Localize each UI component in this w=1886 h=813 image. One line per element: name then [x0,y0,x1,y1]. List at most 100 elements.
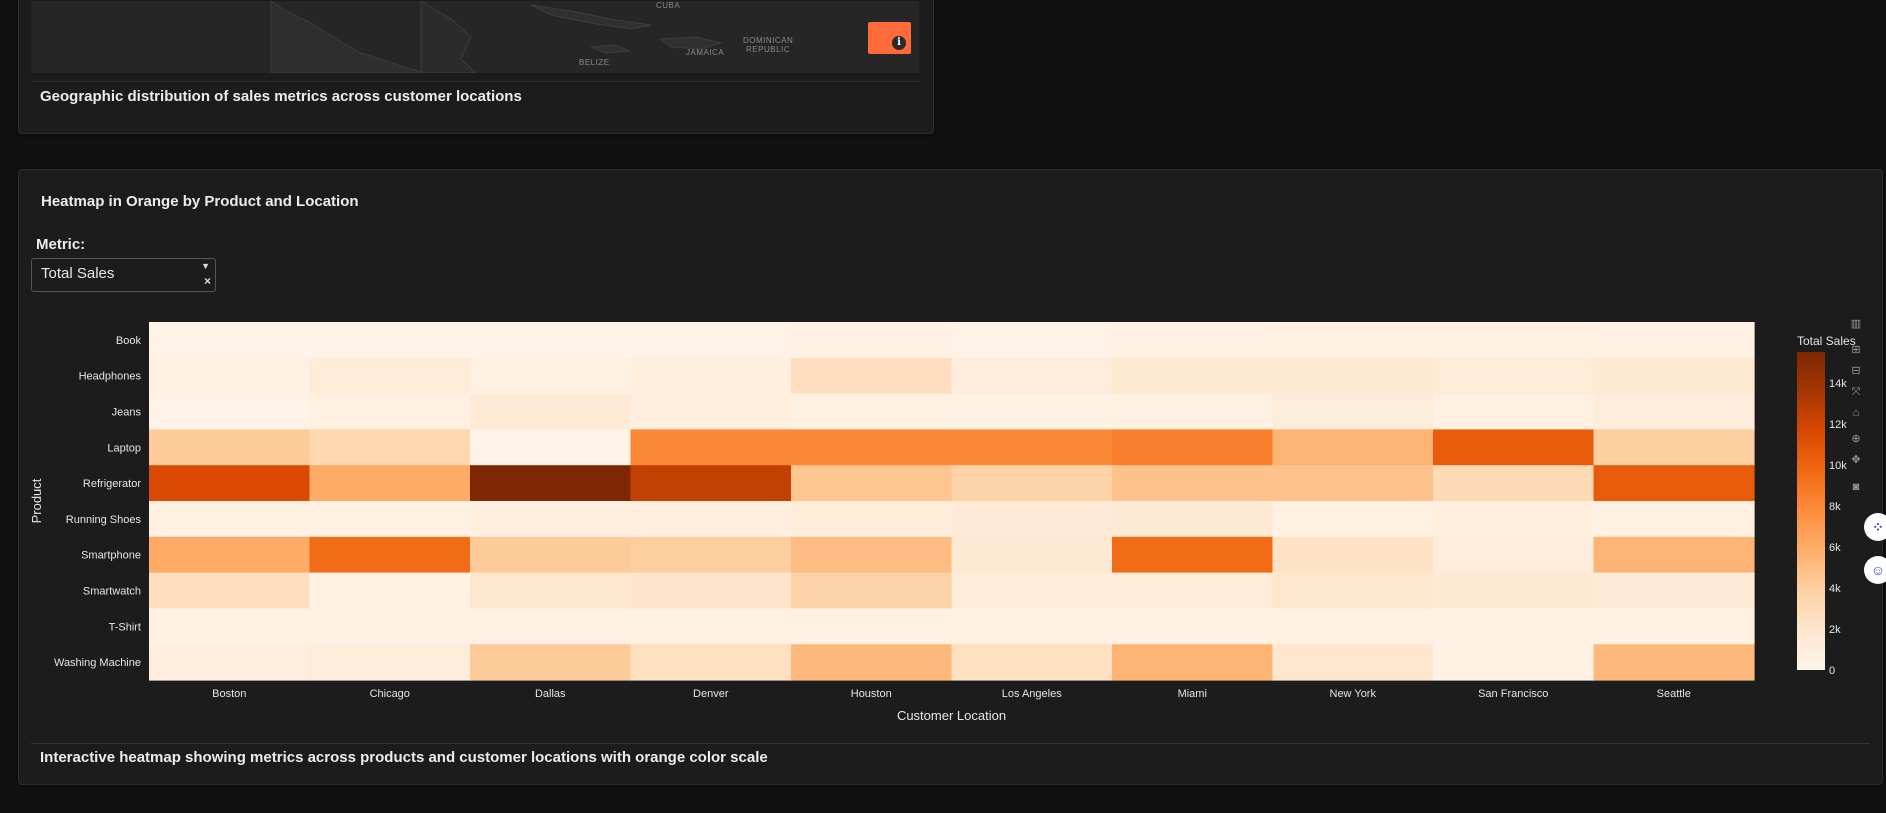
heatmap-cell[interactable] [149,536,311,574]
heatmap-cell[interactable] [149,393,311,430]
heatmap-cell[interactable] [951,465,1113,502]
heatmap-cell[interactable] [951,357,1113,395]
heatmap-cell[interactable] [1112,393,1274,430]
heatmap-cell[interactable] [309,536,471,574]
heatmap-cell[interactable] [1112,429,1274,466]
heatmap-cell[interactable] [470,608,632,645]
heatmap-cell[interactable] [470,429,632,466]
heatmap-cell[interactable] [470,357,632,395]
heatmap-cell[interactable] [1272,536,1434,574]
heatmap-cell[interactable] [791,536,953,574]
heatmap-cell[interactable] [951,644,1113,681]
heatmap-cell[interactable] [1593,393,1755,430]
heatmap-cell[interactable] [791,393,953,430]
heatmap-cell[interactable] [1112,608,1274,645]
heatmap-cell[interactable] [1433,608,1595,645]
heatmap-cell[interactable] [1112,357,1274,395]
heatmap-cell[interactable] [1433,429,1595,466]
heatmap-cell[interactable] [791,644,953,681]
heatmap-cell[interactable] [470,465,632,502]
heatmap-cell[interactable] [1593,644,1755,681]
heatmap-cell[interactable] [1593,429,1755,466]
heatmap-cell[interactable] [1272,322,1434,359]
heatmap-cell[interactable] [1593,536,1755,574]
heatmap-cell[interactable] [1112,572,1274,609]
heatmap-cell[interactable] [1433,322,1595,359]
heatmap-cell[interactable] [470,322,632,359]
heatmap-cell[interactable] [951,608,1113,645]
heatmap-cell[interactable] [470,501,632,538]
heatmap-cell[interactable] [1272,429,1434,466]
heatmap-cell[interactable] [630,429,792,466]
heatmap-cell[interactable] [630,393,792,430]
heatmap-cell[interactable] [630,357,792,395]
heatmap-cell[interactable] [951,429,1113,466]
heatmap-cell[interactable] [470,572,632,609]
heatmap-cell[interactable] [149,608,311,645]
heatmap-cell[interactable] [630,536,792,574]
heatmap-cell[interactable] [149,644,311,681]
heatmap-cell[interactable] [630,572,792,609]
heatmap-cell[interactable] [149,322,311,359]
heatmap-cell[interactable] [1433,501,1595,538]
home-icon[interactable]: ⌂ [1849,406,1863,420]
heatmap-cell[interactable] [149,501,311,538]
heatmap-cell[interactable] [1272,608,1434,645]
heatmap-cell[interactable] [951,393,1113,430]
heatmap-cell[interactable] [309,393,471,430]
heatmap-cell[interactable] [630,644,792,681]
heatmap-cell[interactable] [951,536,1113,574]
choropleth-map[interactable]: CUBA DOMINICAN REPUBLIC JAMAICA BELIZE [31,1,919,73]
heatmap-cell[interactable] [1112,322,1274,359]
heatmap-cell[interactable] [1272,357,1434,395]
heatmap-cell[interactable] [1433,465,1595,502]
heatmap-cell[interactable] [1112,644,1274,681]
pan-icon[interactable]: ✥ [1849,453,1863,467]
autoscale-icon[interactable]: ⤧ [1849,385,1863,399]
heatmap-cell[interactable] [1272,644,1434,681]
heatmap-cell[interactable] [951,501,1113,538]
heatmap-cell[interactable] [309,501,471,538]
heatmap-cell[interactable] [630,608,792,645]
heatmap-cell[interactable] [309,357,471,395]
heatmap-cell[interactable] [1593,608,1755,645]
map-color-marker[interactable]: i [868,22,911,54]
heatmap-cell[interactable] [1272,572,1434,609]
heatmap-cell[interactable] [630,501,792,538]
heatmap-cell[interactable] [309,572,471,609]
zoom-icon[interactable]: ⊕ [1849,432,1863,446]
heatmap-cell[interactable] [630,465,792,502]
heatmap-cell[interactable] [1593,501,1755,538]
grid-menu-icon[interactable]: ⁘ [1864,513,1886,541]
assistant-icon[interactable]: ☺ [1864,556,1886,584]
heatmap-cell[interactable] [791,572,953,609]
heatmap-cell[interactable] [791,357,953,395]
heatmap-cell[interactable] [791,608,953,645]
heatmap-cell[interactable] [1593,465,1755,502]
heatmap-cell[interactable] [1433,644,1595,681]
heatmap-cell[interactable] [1272,393,1434,430]
heatmap-cell[interactable] [630,322,792,359]
heatmap-cell[interactable] [309,644,471,681]
heatmap-cell[interactable] [309,608,471,645]
heatmap-cell[interactable] [1433,393,1595,430]
heatmap-cell[interactable] [1593,322,1755,359]
heatmap-cell[interactable] [470,536,632,574]
heatmap-cell[interactable] [1112,536,1274,574]
heatmap-cell[interactable] [791,501,953,538]
heatmap-cell[interactable] [470,644,632,681]
heatmap-cell[interactable] [149,465,311,502]
heatmap-cell[interactable] [149,357,311,395]
heatmap-cell[interactable] [1272,501,1434,538]
zoom-in-icon[interactable]: ⊞ [1849,343,1863,357]
heatmap-cell[interactable] [951,572,1113,609]
heatmap-cell[interactable] [1593,357,1755,395]
heatmap-cell[interactable] [1272,465,1434,502]
heatmap-cell[interactable] [470,393,632,430]
heatmap-cell[interactable] [1112,501,1274,538]
heatmap-cell[interactable] [1112,465,1274,502]
bar-chart-icon[interactable]: ▥ [1849,317,1863,331]
heatmap-cell[interactable] [309,322,471,359]
heatmap-cell[interactable] [309,429,471,466]
heatmap-cell[interactable] [791,322,953,359]
